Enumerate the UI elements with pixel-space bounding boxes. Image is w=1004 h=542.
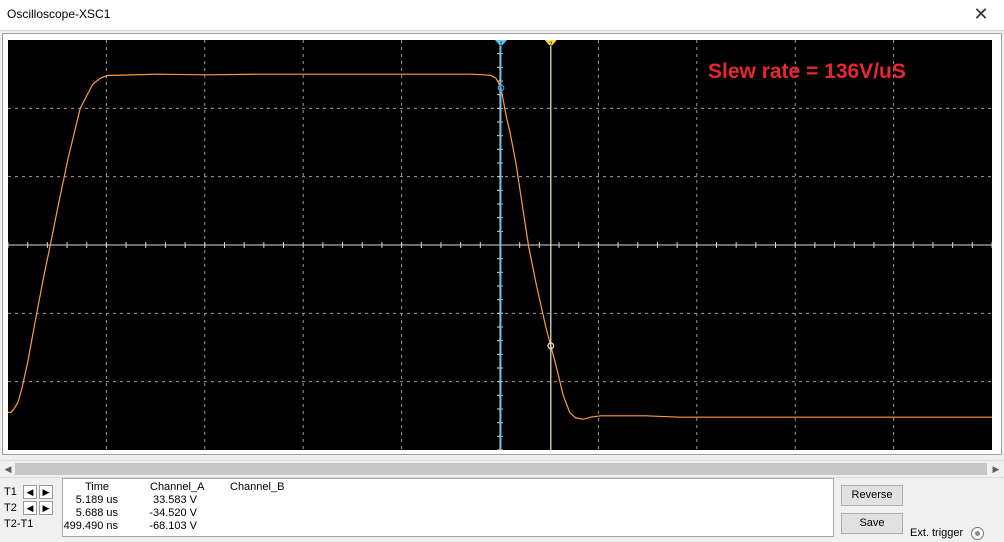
cursor-label-t1: T1 — [4, 486, 17, 498]
close-button[interactable]: ✕ — [958, 0, 1004, 30]
save-button[interactable]: Save — [841, 513, 903, 534]
close-icon: ✕ — [973, 4, 989, 24]
cursor-row-t1: T1 ◀ ▶ — [2, 484, 60, 500]
t2-channel-a: -34.520 V — [149, 507, 197, 519]
t1-channel-a: 33.583 V — [152, 494, 197, 506]
header-channel-a: Channel_A — [150, 481, 205, 493]
measurement-readout: Time Channel_A Channel_B 5.189 us 33.583… — [62, 478, 834, 537]
delta-channel-a: -68.103 V — [149, 520, 197, 532]
title-bar: Oscilloscope-XSC1 ✕ — [0, 0, 1004, 31]
t2-time: 5.688 us — [75, 507, 118, 519]
window-title: Oscilloscope-XSC1 — [7, 7, 111, 21]
t1-right-arrow-icon[interactable]: ▶ — [39, 485, 53, 499]
t1-left-arrow-icon[interactable]: ◀ — [23, 485, 37, 499]
ext-trigger-radio[interactable] — [971, 527, 984, 540]
delta-time: 499.490 ns — [63, 520, 118, 532]
t1-time: 5.189 us — [75, 494, 118, 506]
header-time: Time — [85, 481, 110, 493]
cursor-row-t2: T2 ◀ ▶ — [2, 500, 60, 516]
oscilloscope-display[interactable]: 12 — [8, 40, 992, 450]
cursor-label-t2: T2 — [4, 502, 17, 514]
scroll-right-icon[interactable]: ▶ — [990, 463, 1002, 475]
cursor-label-delta: T2-T1 — [4, 518, 34, 530]
scroll-left-icon[interactable]: ◀ — [2, 463, 14, 475]
header-channel-b: Channel_B — [230, 481, 285, 493]
horizontal-scrollbar[interactable]: ◀ ▶ — [0, 460, 1004, 478]
scroll-thumb[interactable] — [15, 463, 987, 475]
reverse-button[interactable]: Reverse — [841, 485, 903, 506]
cursor-row-delta: T2-T1 — [2, 516, 60, 532]
t2-left-arrow-icon[interactable]: ◀ — [23, 501, 37, 515]
ext-trigger-label: Ext. trigger — [910, 527, 964, 539]
slew-rate-annotation: Slew rate = 136V/uS — [708, 60, 906, 83]
t2-right-arrow-icon[interactable]: ▶ — [39, 501, 53, 515]
